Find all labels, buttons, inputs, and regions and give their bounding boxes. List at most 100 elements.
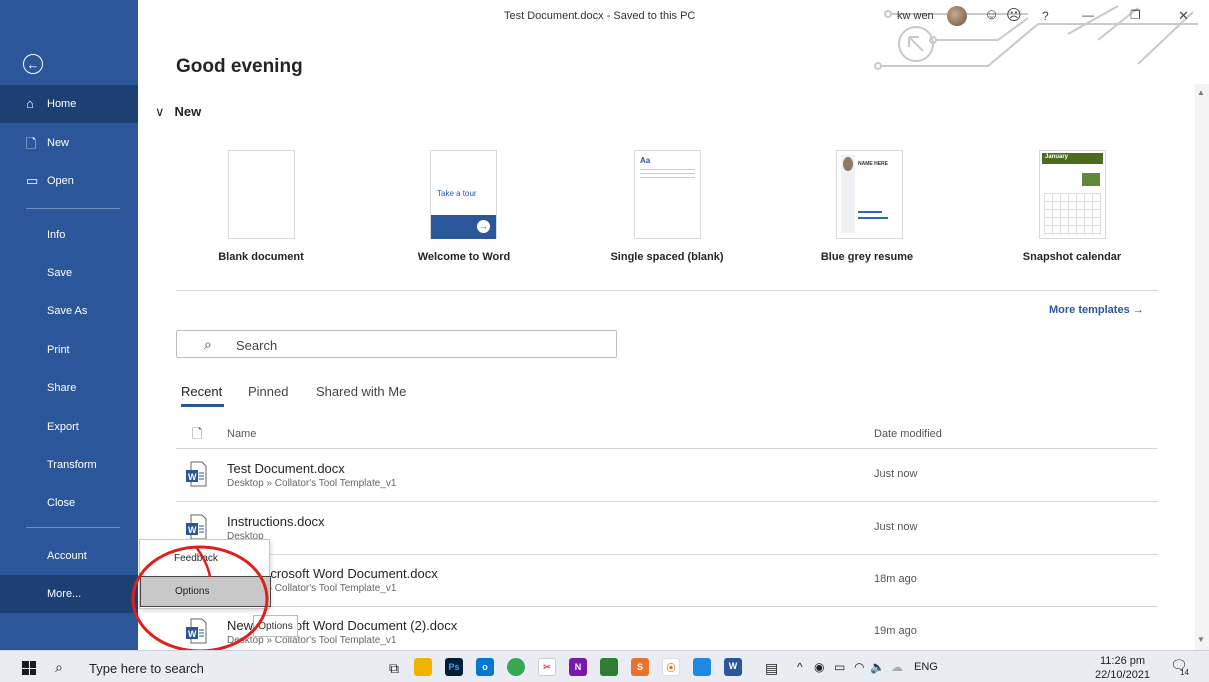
more-templates-link[interactable]: More templates → xyxy=(1049,304,1144,316)
new-file-icon: 🗋 xyxy=(26,136,37,151)
sidebar-item-close[interactable]: Close xyxy=(0,484,138,522)
template-thumbnail[interactable] xyxy=(228,150,295,239)
language-indicator[interactable]: ENG xyxy=(914,661,938,673)
sidebar-item-label: Print xyxy=(47,344,70,356)
photoshop-icon[interactable]: Ps xyxy=(445,658,463,676)
minimize-button[interactable]: — xyxy=(1082,8,1094,22)
windows-start-button[interactable] xyxy=(22,661,36,675)
header-divider xyxy=(176,448,1158,449)
file-path: Desktop » Collator's Tool Template_v1 xyxy=(227,478,397,489)
task-view-icon[interactable]: ⧉ xyxy=(389,660,399,677)
app-icon-blue[interactable] xyxy=(693,658,711,676)
search-input[interactable]: ⌕ Search xyxy=(176,330,617,358)
onenote-icon[interactable]: N xyxy=(569,658,587,676)
taskbar-search-box[interactable]: ⌕ Type here to search xyxy=(49,651,379,682)
battery-icon[interactable]: ▭ xyxy=(834,660,845,674)
close-button[interactable]: ✕ xyxy=(1178,8,1189,24)
chevron-up-icon[interactable]: ^ xyxy=(797,660,803,674)
file-explorer-icon[interactable] xyxy=(414,658,432,676)
thumb-grid xyxy=(1044,193,1101,235)
sidebar-divider xyxy=(26,527,120,528)
smiley-feedback-icon[interactable]: ☺ xyxy=(984,6,999,23)
circuit-decoration xyxy=(874,5,1198,70)
thumb-caption: January xyxy=(1045,154,1069,160)
table-row[interactable]: W Test Document.docx Desktop » Collator'… xyxy=(176,451,1158,503)
document-title: Test Document.docx - Saved to this PC xyxy=(504,10,696,22)
sidebar-item-open[interactable]: ▭ Open xyxy=(0,162,138,200)
menu-item-options[interactable]: Options xyxy=(140,576,271,607)
sidebar-item-label: Share xyxy=(47,382,77,394)
account-name[interactable]: kw wen xyxy=(897,10,934,22)
row-divider xyxy=(176,501,1158,502)
table-row[interactable]: W New Microsoft Word Document.docx Deskt… xyxy=(176,556,1158,608)
volume-icon[interactable]: 🔈 xyxy=(870,660,885,674)
template-thumbnail[interactable]: NAME HERE xyxy=(836,150,903,239)
scroll-up-icon[interactable]: ▲ xyxy=(1197,88,1205,97)
sidebar-item-home[interactable]: ⌂ Home xyxy=(0,85,138,123)
template-thumbnail[interactable]: January xyxy=(1039,150,1106,239)
sidebar-item-save-as[interactable]: Save As xyxy=(0,292,138,330)
menu-item-label: Feedback xyxy=(174,553,218,564)
tray-app-icon[interactable]: ◉ xyxy=(814,660,824,674)
word-file-icon: W xyxy=(186,618,207,644)
sidebar-item-account[interactable]: Account xyxy=(0,537,138,575)
column-date-modified[interactable]: Date modified xyxy=(874,428,942,440)
sidebar-item-label: Save As xyxy=(47,305,88,317)
sidebar-item-new[interactable]: 🗋 New xyxy=(0,124,138,162)
greeting-heading: Good evening xyxy=(176,56,303,77)
chrome-icon[interactable] xyxy=(507,658,525,676)
section-divider xyxy=(176,290,1158,291)
windows-taskbar: ⌕ Type here to search ⧉ Ps o ✂ N S ⦿ W ▤… xyxy=(0,650,1209,682)
thumb-caption: NAME HERE xyxy=(858,161,889,167)
table-row[interactable]: W Instructions.docx Desktop Just now xyxy=(176,504,1158,556)
template-thumbnail[interactable]: Aa xyxy=(634,150,701,239)
back-arrow-icon[interactable]: ← xyxy=(23,54,43,74)
vertical-scrollbar[interactable] xyxy=(1195,84,1209,650)
blender-icon[interactable]: ⦿ xyxy=(662,658,680,676)
news-widget-icon[interactable]: ▤ xyxy=(765,660,778,677)
frown-feedback-icon[interactable]: ☹ xyxy=(1006,6,1022,24)
file-date: 19m ago xyxy=(874,625,917,637)
onedrive-icon[interactable]: ☁ xyxy=(891,660,903,674)
new-section-header[interactable]: ∨ New xyxy=(155,104,201,120)
sidebar-item-label: Home xyxy=(47,98,77,110)
tab-pinned[interactable]: Pinned xyxy=(248,384,288,399)
template-label: Single spaced (blank) xyxy=(610,251,724,263)
scroll-down-icon[interactable]: ▼ xyxy=(1197,635,1205,644)
svg-text:W: W xyxy=(188,525,197,535)
file-date: Just now xyxy=(874,521,918,533)
clock-date: 22/10/2021 xyxy=(1095,669,1151,681)
restore-button[interactable]: ❐ xyxy=(1130,8,1141,22)
outlook-icon[interactable]: o xyxy=(476,658,494,676)
wifi-icon[interactable]: ◠ xyxy=(854,660,864,674)
thumb-line xyxy=(858,211,882,213)
sidebar-item-more[interactable]: More... xyxy=(0,575,138,613)
system-clock[interactable]: 11:26 pm 22/10/2021 xyxy=(1095,654,1150,682)
sidebar-item-share[interactable]: Share xyxy=(0,369,138,407)
sidebar-item-label: Open xyxy=(47,175,74,187)
chevron-down-icon: ∨ xyxy=(155,104,165,119)
template-label: Snapshot calendar xyxy=(1022,251,1122,263)
word-file-icon: W xyxy=(186,461,207,487)
menu-item-feedback[interactable]: Feedback xyxy=(140,543,271,574)
word-taskbar-icon[interactable]: W xyxy=(724,658,742,676)
avatar[interactable] xyxy=(947,6,967,26)
app-icon-green[interactable] xyxy=(600,658,618,676)
sidebar-item-print[interactable]: Print xyxy=(0,331,138,369)
tab-recent[interactable]: Recent xyxy=(181,384,222,399)
template-label: Welcome to Word xyxy=(417,251,511,263)
file-date: 18m ago xyxy=(874,573,917,585)
sidebar-item-export[interactable]: Export xyxy=(0,408,138,446)
sidebar-item-transform[interactable]: Transform xyxy=(0,446,138,484)
sidebar-item-save[interactable]: Save xyxy=(0,254,138,292)
sidebar-item-info[interactable]: Info xyxy=(0,216,138,254)
new-section-title: New xyxy=(174,104,202,119)
template-thumbnail[interactable]: Take a tour → xyxy=(430,150,497,239)
snipping-tool-icon[interactable]: ✂ xyxy=(538,658,556,676)
tab-shared-with-me[interactable]: Shared with Me xyxy=(316,384,406,399)
sublime-text-icon[interactable]: S xyxy=(631,658,649,676)
column-name[interactable]: Name xyxy=(227,428,256,440)
help-button[interactable]: ? xyxy=(1042,9,1049,23)
folder-open-icon: ▭ xyxy=(26,173,39,188)
sidebar-item-label: Info xyxy=(47,229,66,241)
